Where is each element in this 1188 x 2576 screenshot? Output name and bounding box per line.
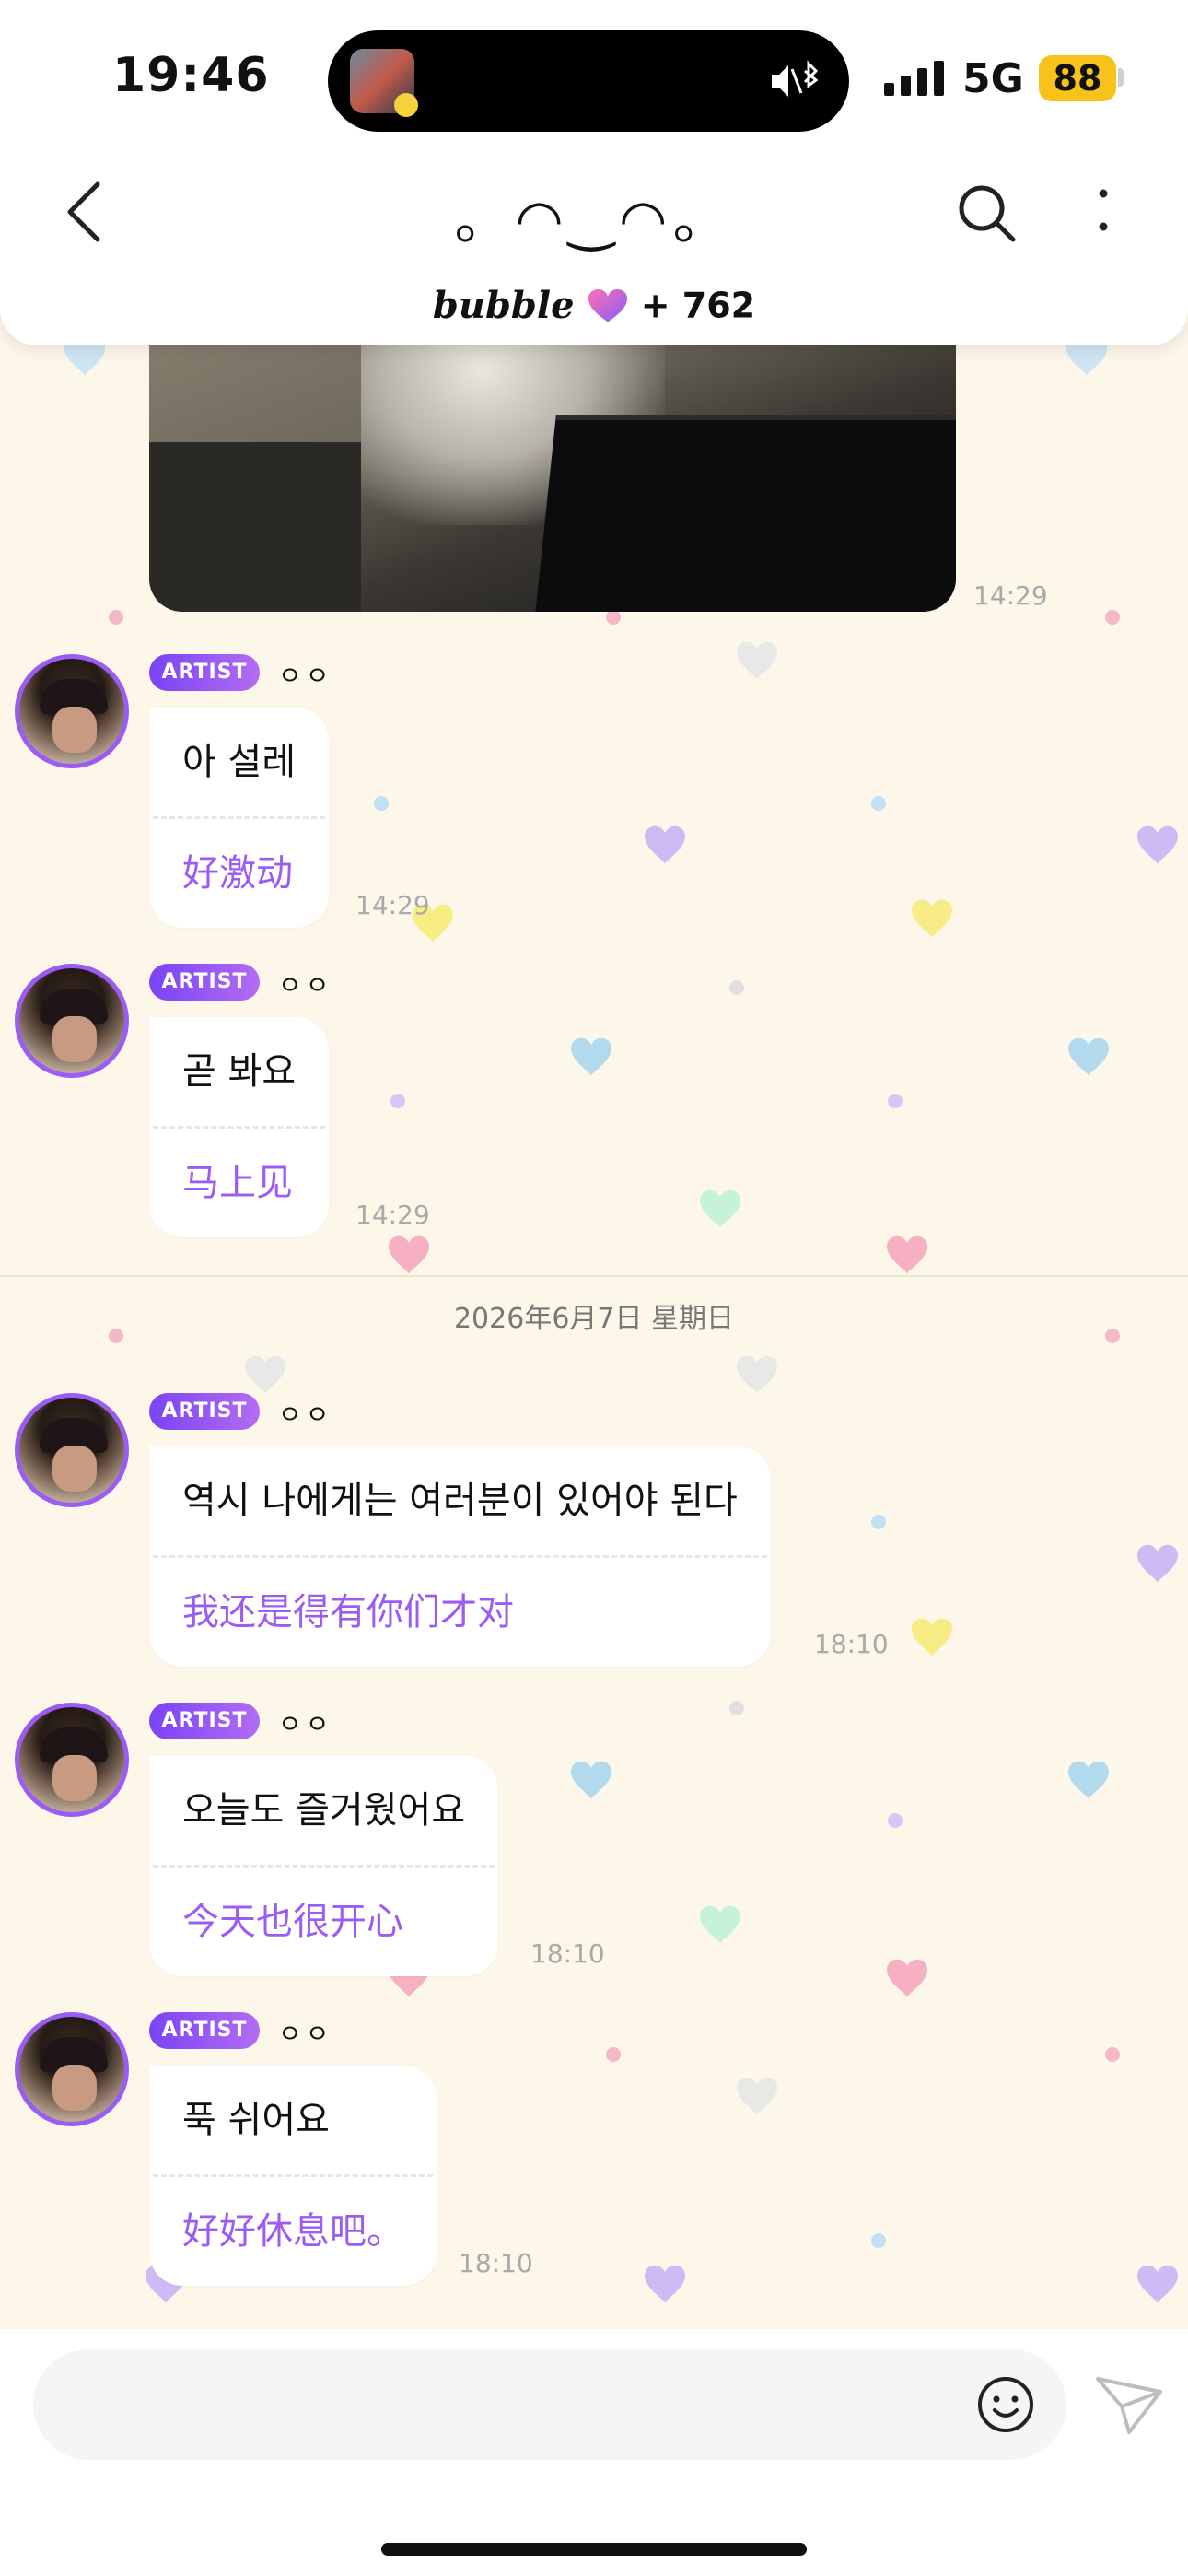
home-indicator[interactable]	[381, 2543, 807, 2556]
network-type: 5G	[962, 55, 1024, 102]
artist-avatar[interactable]	[15, 654, 129, 768]
shared-photo[interactable]	[149, 304, 956, 612]
sender-name: ㅇㅇ	[278, 1399, 333, 1430]
message-time: 18:10	[814, 1629, 889, 1659]
message-time: 18:10	[459, 2248, 533, 2278]
chat-timeline: 14:29 ARTIST ㅇㅇ 아 설레 好激动 14:29 ARTIST ㅇㅇ…	[0, 0, 1188, 2576]
status-bar: 19:46 5G 88	[0, 0, 1188, 157]
photo-region	[534, 415, 956, 612]
message-text-korean: 오늘도 즐거웠어요	[182, 1789, 466, 1832]
battery-tip	[1118, 68, 1124, 87]
message-bubble[interactable]: 푹 쉬어요 好好休息吧。	[149, 2066, 437, 2286]
message-time: 14:29	[355, 890, 430, 920]
now-playing-thumbnail	[350, 49, 418, 117]
message-text-translation: 我还是得有你们才对	[182, 1591, 514, 1633]
message-text-translation: 好激动	[182, 852, 293, 895]
message-time: 14:29	[973, 580, 1048, 611]
battery-indicator: 88	[1039, 55, 1116, 101]
status-time: 19:46	[112, 48, 270, 103]
message-time: 18:10	[530, 1938, 605, 1969]
message-bubble[interactable]: 곧 봐요 马上见	[149, 1017, 330, 1237]
artist-badge: ARTIST	[149, 2012, 260, 2049]
bubble-count-bar[interactable]: bubble + 762	[0, 284, 1188, 330]
message-text-korean: 곧 봐요	[182, 1050, 297, 1093]
signal-strength-icon	[884, 61, 944, 96]
message-text-translation: 好好休息吧。	[182, 2210, 403, 2253]
bubble-logo: bubble	[432, 284, 575, 327]
sender-name: ㅇㅇ	[278, 1709, 333, 1739]
message-input[interactable]	[33, 2349, 1066, 2460]
artist-avatar[interactable]	[15, 964, 129, 1078]
emoji-icon[interactable]	[976, 2375, 1035, 2434]
artist-badge: ARTIST	[149, 1703, 260, 1739]
sender-name: ㅇㅇ	[278, 970, 333, 1001]
bubble-count: + 762	[640, 285, 756, 326]
sender-name: ㅇㅇ	[278, 661, 333, 691]
message-composer	[0, 2329, 1188, 2576]
send-icon[interactable]	[1094, 2373, 1164, 2436]
message-bubble[interactable]: 역시 나에게는 여러분이 있어야 된다 我还是得有你们才对	[149, 1446, 771, 1667]
message-text-translation: 马上见	[182, 1162, 293, 1204]
message-text-korean: 푹 쉬어요	[182, 2099, 330, 2141]
more-vertical-icon[interactable]	[1085, 181, 1122, 245]
artist-badge: ARTIST	[149, 654, 260, 691]
date-separator: 2026年6月7日 星期日	[453, 1303, 735, 1335]
photo-region	[149, 442, 361, 612]
heart-icon	[588, 288, 627, 322]
sender-name: ㅇㅇ	[278, 2019, 333, 2049]
message-bubble[interactable]: 오늘도 즐거웠어요 今天也很开心	[149, 1756, 499, 1976]
message-text-translation: 今天也很开心	[182, 1901, 403, 1943]
dynamic-island[interactable]	[328, 30, 849, 132]
artist-badge: ARTIST	[149, 1393, 260, 1430]
artist-badge: ARTIST	[149, 964, 260, 1001]
artist-avatar[interactable]	[15, 2012, 129, 2126]
message-bubble[interactable]: 아 설레 好激动	[149, 708, 330, 928]
message-text-korean: 역시 나에게는 여러분이 있어야 된다	[182, 1480, 738, 1522]
date-divider-line	[0, 1275, 1188, 1277]
message-time: 14:29	[355, 1200, 430, 1230]
artist-avatar[interactable]	[15, 1703, 129, 1817]
artist-avatar[interactable]	[15, 1393, 129, 1507]
silent-mode-bluetooth-icon	[772, 60, 819, 97]
search-icon[interactable]	[954, 181, 1019, 245]
message-text-korean: 아 설레	[182, 741, 297, 783]
